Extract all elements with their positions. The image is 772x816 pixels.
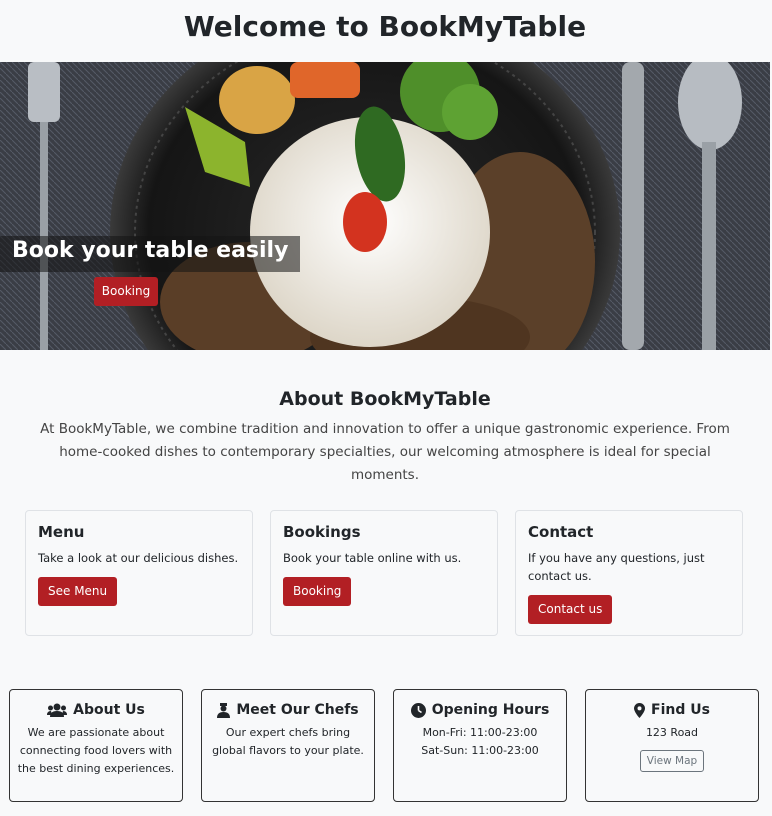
hero-booking-button[interactable]: Booking <box>94 277 158 306</box>
contact-us-button[interactable]: Contact us <box>528 595 613 624</box>
info-text: Our expert chefs bring global flavors to… <box>212 726 364 757</box>
bookings-card: Bookings Book your table online with us.… <box>270 510 498 636</box>
info-title: Find Us <box>651 702 710 718</box>
hours-weekend: Sat-Sun: 11:00-23:00 <box>421 744 539 757</box>
about-title: About BookMyTable <box>279 388 491 410</box>
see-menu-button[interactable]: See Menu <box>38 577 118 606</box>
card-title: Bookings <box>283 523 361 541</box>
page-title: Welcome to BookMyTable <box>183 10 587 43</box>
card-title: Contact <box>528 523 594 541</box>
chefs-box: Meet Our Chefs Our expert chefs bring gl… <box>201 689 375 802</box>
about-text: At BookMyTable, we combine tradition and… <box>40 421 730 483</box>
clock-icon <box>410 702 426 718</box>
chef-icon <box>217 702 231 718</box>
about-us-box: About Us We are passionate about connect… <box>9 689 183 802</box>
contact-card: Contact If you have any questions, just … <box>515 510 743 636</box>
view-map-button[interactable]: View Map <box>639 750 705 772</box>
menu-card: Menu Take a look at our delicious dishes… <box>25 510 253 636</box>
card-title: Menu <box>38 523 85 541</box>
hours-weekday: Mon-Fri: 11:00-23:00 <box>422 726 538 739</box>
card-text: If you have any questions, just contact … <box>528 551 705 583</box>
address-text: 123 Road <box>645 726 699 739</box>
map-pin-icon <box>634 702 646 718</box>
info-title: About Us <box>73 702 145 718</box>
hero-food-image <box>0 62 770 350</box>
info-title: Meet Our Chefs <box>236 702 359 718</box>
info-title: Opening Hours <box>431 702 550 718</box>
info-text: We are passionate about connecting food … <box>17 726 175 775</box>
hero-heading: Book your table easily <box>0 236 301 272</box>
hero-banner: Book your table easily Booking <box>0 62 770 350</box>
users-icon <box>47 703 68 717</box>
card-text: Take a look at our delicious dishes. <box>38 551 239 565</box>
find-us-box: Find Us 123 Road View Map <box>585 689 759 802</box>
card-text: Book your table online with us. <box>283 551 462 565</box>
booking-button[interactable]: Booking <box>283 577 352 606</box>
opening-hours-box: Opening Hours Mon-Fri: 11:00-23:00 Sat-S… <box>393 689 567 802</box>
